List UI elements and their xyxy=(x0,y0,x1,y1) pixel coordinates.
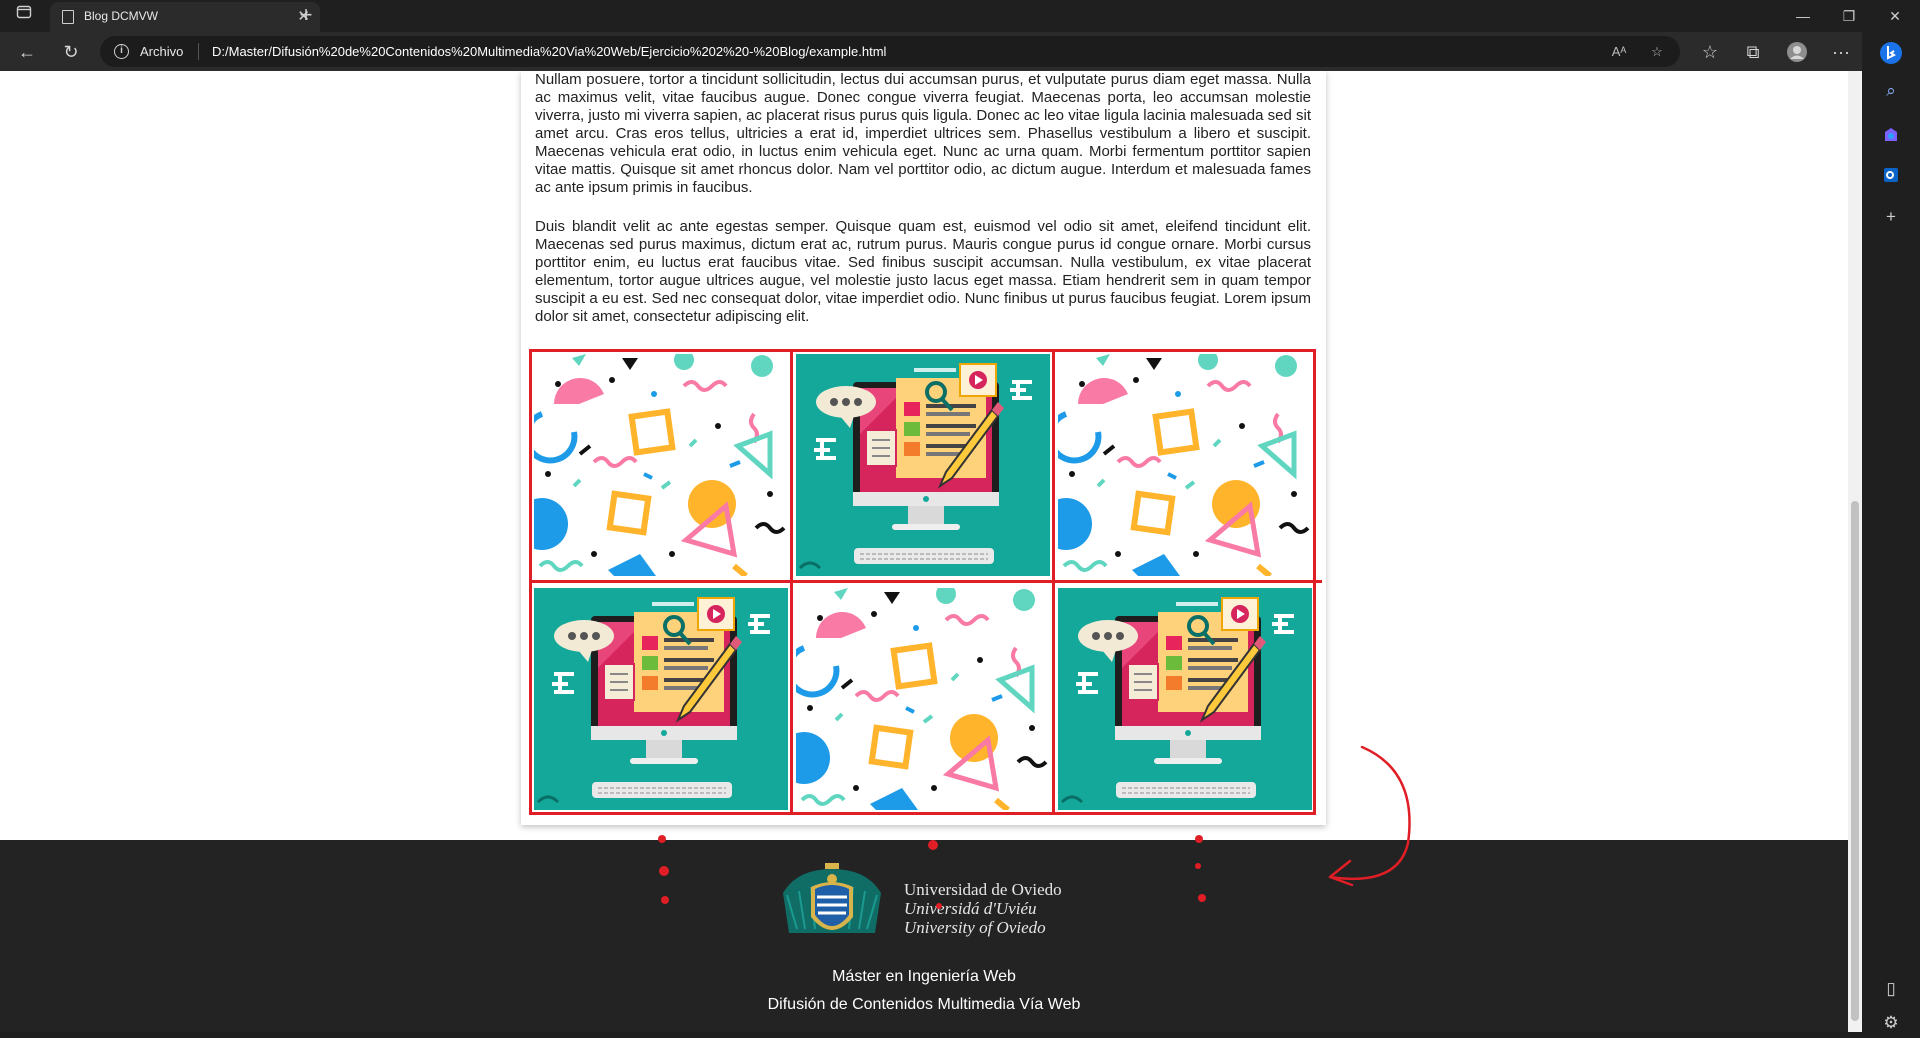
university-name-en: University of Oviedo xyxy=(904,918,1046,937)
gallery-image-confetti[interactable] xyxy=(534,354,788,576)
plus-icon[interactable]: + xyxy=(293,2,319,30)
tab-title: Blog DCMVW xyxy=(84,9,159,23)
info-icon[interactable]: i xyxy=(114,44,129,59)
article-card: Nullam posuere, tortor a tincidunt solli… xyxy=(521,71,1326,825)
navigation-toolbar: ← ↻ i Archivo D:/Master/Difusión%20de%20… xyxy=(0,32,1920,71)
university-name-es: Universidad de Oviedo xyxy=(904,880,1062,899)
university-name: Universidad de Oviedo Universidá d'Uviéu… xyxy=(904,880,1062,937)
settings-icon[interactable]: ⚙ xyxy=(1876,1008,1906,1038)
page-viewport: Nullam posuere, tortor a tincidunt solli… xyxy=(0,71,1848,1032)
tab-actions-icon[interactable] xyxy=(10,2,38,30)
university-crest-logo xyxy=(783,863,881,933)
url-text[interactable]: D:/Master/Difusión%20de%20Contenidos%20M… xyxy=(212,44,886,59)
grid-divider xyxy=(532,580,1322,583)
split-screen-icon[interactable]: ▯ xyxy=(1876,974,1906,1004)
gallery-image-computer[interactable] xyxy=(534,588,788,810)
bing-copilot-icon[interactable] xyxy=(1876,38,1906,68)
read-aloud-icon[interactable]: Aᴬ xyxy=(1608,41,1630,63)
site-footer: Universidad de Oviedo Universidá d'Uviéu… xyxy=(0,840,1848,1032)
page-icon xyxy=(62,10,74,24)
tab-bar: Blog DCMVW ✕ + — ❐ ✕ xyxy=(0,0,1920,32)
tab-blog[interactable]: Blog DCMVW ✕ xyxy=(50,2,320,32)
search-icon[interactable]: ⌕ xyxy=(1876,76,1906,106)
back-arrow-icon[interactable]: ← xyxy=(12,37,42,67)
gallery-image-computer[interactable] xyxy=(796,354,1050,576)
favorites-icon[interactable]: ☆ xyxy=(1695,37,1725,67)
article-paragraph: Nullam posuere, tortor a tincidunt solli… xyxy=(535,71,1311,196)
address-bar[interactable]: i Archivo D:/Master/Difusión%20de%20Cont… xyxy=(100,36,1680,67)
footer-master-label: Máster en Ingeniería Web xyxy=(832,968,1016,985)
outlook-icon[interactable] xyxy=(1876,160,1906,190)
edge-sidebar: ⌕ + ▯ ⚙ xyxy=(1862,32,1920,1032)
add-icon[interactable]: + xyxy=(1876,202,1906,232)
gallery-image-computer[interactable] xyxy=(1058,588,1312,810)
gallery-image-confetti[interactable] xyxy=(796,588,1050,810)
refresh-icon[interactable]: ↻ xyxy=(56,37,86,67)
page-scrollbar[interactable] xyxy=(1848,71,1862,1032)
divider xyxy=(198,43,199,60)
gallery-image-confetti[interactable] xyxy=(1058,354,1312,576)
restore-icon[interactable]: ❐ xyxy=(1826,0,1872,32)
shopping-icon[interactable] xyxy=(1876,120,1906,150)
profile-icon[interactable] xyxy=(1782,37,1812,67)
grid-divider xyxy=(790,352,793,815)
footer-course-label: Difusión de Contenidos Multimedia Vía We… xyxy=(767,996,1081,1013)
image-gallery xyxy=(529,349,1322,815)
collections-icon[interactable]: ⧉ xyxy=(1738,37,1768,67)
article-paragraph: Duis blandit velit ac ante egestas sempe… xyxy=(535,218,1311,325)
university-name-ast: Universidá d'Uviéu xyxy=(904,899,1037,918)
more-icon[interactable]: ··· xyxy=(1826,37,1856,67)
star-plus-icon[interactable]: ☆ xyxy=(1646,41,1668,63)
site-info-label[interactable]: Archivo xyxy=(140,44,183,59)
minimize-icon[interactable]: — xyxy=(1780,0,1826,32)
close-window-icon[interactable]: ✕ xyxy=(1872,0,1918,32)
scrollbar-thumb[interactable] xyxy=(1851,501,1859,1021)
